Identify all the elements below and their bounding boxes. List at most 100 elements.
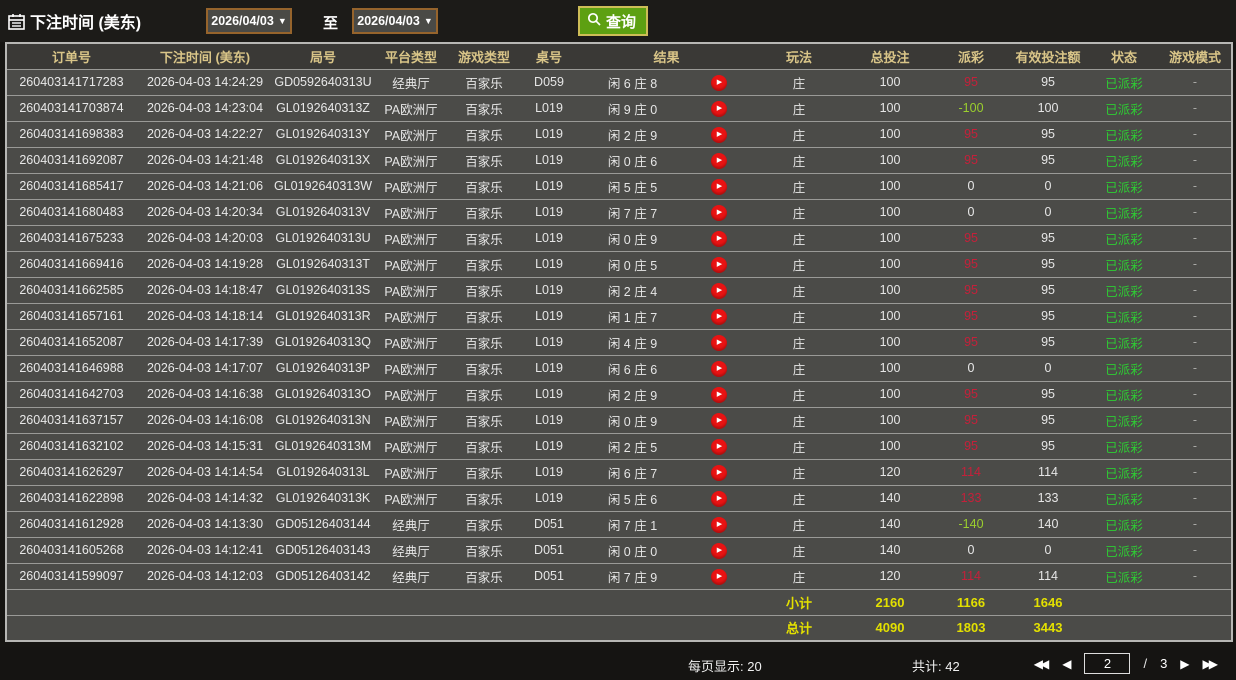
play-video-icon[interactable]: ▶ xyxy=(711,490,727,507)
cell-platform: PA欧洲厅 xyxy=(372,485,450,512)
prev-page-icon[interactable]: ◀ xyxy=(1062,657,1071,671)
table-row: 260403141717283 2026-04-03 14:24:29 GD0592… xyxy=(6,69,1233,96)
date-from-picker[interactable]: 2026/04/03 ▼ xyxy=(206,8,292,34)
play-video-icon[interactable]: ▶ xyxy=(711,438,727,455)
date-to-picker[interactable]: 2026/04/03 ▼ xyxy=(352,8,438,34)
cell-round: GL0192640313V xyxy=(274,199,372,226)
cell-payout: 114 xyxy=(935,459,1008,486)
cell-game: 百家乐 xyxy=(450,407,518,434)
cell-round: GL0192640313P xyxy=(274,355,372,382)
cell-payout: 95 xyxy=(935,225,1008,252)
cell-round: GL0192640313L xyxy=(274,459,372,486)
play-video-icon[interactable]: ▶ xyxy=(711,152,727,169)
cell-result: 闲 9 庄 0 xyxy=(580,95,685,122)
cell-bet_type: 庄 xyxy=(753,199,846,226)
cell-payout: 0 xyxy=(935,355,1008,382)
cell-time: 2026-04-03 14:12:03 xyxy=(136,563,274,590)
play-video-icon[interactable]: ▶ xyxy=(711,568,727,585)
cell-total: 100 xyxy=(845,69,936,96)
cell-round: GL0192640313W xyxy=(274,173,372,200)
cell-game: 百家乐 xyxy=(450,433,518,460)
cell-table: L019 xyxy=(518,381,580,408)
cell-table: D051 xyxy=(518,537,580,564)
play-video-icon[interactable]: ▶ xyxy=(711,308,727,325)
next-page-icon[interactable]: ▶ xyxy=(1180,657,1189,671)
cell-order: 260403141669416 xyxy=(6,251,136,278)
cell-valid: 0 xyxy=(1007,173,1090,200)
cell-order: 260403141680483 xyxy=(6,199,136,226)
cell-game: 百家乐 xyxy=(450,485,518,512)
cell-round: GL0192640313M xyxy=(274,433,372,460)
cell-payout: 0 xyxy=(935,537,1008,564)
play-video-icon[interactable]: ▶ xyxy=(711,360,727,377)
cell-payout: 114 xyxy=(935,563,1008,590)
play-video-icon[interactable]: ▶ xyxy=(711,516,727,533)
column-header-11: 状态 xyxy=(1089,43,1160,70)
cell-valid: 95 xyxy=(1007,381,1090,408)
query-button[interactable]: 查询 xyxy=(578,6,649,36)
cell-order: 260403141698383 xyxy=(6,121,136,148)
cell-time: 2026-04-03 14:21:48 xyxy=(136,147,274,174)
cell-result: 闲 2 庄 9 xyxy=(580,381,685,408)
cell-valid: 140 xyxy=(1007,511,1090,538)
cell-round: GD0592640313U xyxy=(274,69,372,96)
cell-game: 百家乐 xyxy=(450,563,518,590)
play-video-icon[interactable]: ▶ xyxy=(711,178,727,195)
cell-game: 百家乐 xyxy=(450,173,518,200)
play-video-icon[interactable]: ▶ xyxy=(711,464,727,481)
cell-result: 闲 2 庄 4 xyxy=(580,277,685,304)
cell-total: 100 xyxy=(845,277,936,304)
cell-status: 已派彩 xyxy=(1089,511,1160,538)
play-video-icon[interactable]: ▶ xyxy=(711,74,727,91)
last-page-icon[interactable]: ▶▶ xyxy=(1203,657,1219,671)
cell-table: L019 xyxy=(518,407,580,434)
cell-total: 100 xyxy=(845,303,936,330)
subtotal-label: 小计 xyxy=(753,589,846,616)
column-header-5: 桌号 xyxy=(518,43,580,70)
cell-bet_type: 庄 xyxy=(753,407,846,434)
play-video-icon[interactable]: ▶ xyxy=(711,412,727,429)
table-header-row: 订单号 下注时间 (美东) 局号 平台类型 游戏类型 桌号 结果 玩法 总投注 派彩 有效投注额 状态… xyxy=(6,43,1233,70)
cell-round: GL0192640313U xyxy=(274,225,372,252)
play-video-icon[interactable]: ▶ xyxy=(711,282,727,299)
cell-game: 百家乐 xyxy=(450,277,518,304)
play-video-icon[interactable]: ▶ xyxy=(711,100,727,117)
play-video-icon[interactable]: ▶ xyxy=(711,334,727,351)
play-video-icon[interactable]: ▶ xyxy=(711,230,727,247)
column-header-2: 局号 xyxy=(274,43,372,70)
cell-play: ▶ xyxy=(685,147,754,174)
cell-play: ▶ xyxy=(685,381,754,408)
cell-bet_type: 庄 xyxy=(753,511,846,538)
play-video-icon[interactable]: ▶ xyxy=(711,386,727,403)
cell-total: 100 xyxy=(845,381,936,408)
cell-play: ▶ xyxy=(685,511,754,538)
cell-valid: 0 xyxy=(1007,537,1090,564)
cell-play: ▶ xyxy=(685,121,754,148)
cell-platform: PA欧洲厅 xyxy=(372,199,450,226)
current-page-input[interactable] xyxy=(1084,653,1131,674)
play-video-icon[interactable]: ▶ xyxy=(711,256,727,273)
cell-status: 已派彩 xyxy=(1089,277,1160,304)
cell-platform: PA欧洲厅 xyxy=(372,225,450,252)
cell-mode: - xyxy=(1159,303,1233,330)
play-video-icon[interactable]: ▶ xyxy=(711,126,727,143)
cell-platform: PA欧洲厅 xyxy=(372,147,450,174)
play-video-icon[interactable]: ▶ xyxy=(711,542,727,559)
cell-result: 闲 4 庄 9 xyxy=(580,329,685,356)
cell-payout: 0 xyxy=(935,173,1008,200)
calendar-icon xyxy=(8,13,25,30)
cell-platform: 经典厅 xyxy=(372,563,450,590)
cell-total: 100 xyxy=(845,433,936,460)
cell-payout: -100 xyxy=(935,95,1008,122)
cell-play: ▶ xyxy=(685,277,754,304)
date-from-value: 2026/04/03 xyxy=(211,14,274,28)
cell-status: 已派彩 xyxy=(1089,459,1160,486)
first-page-icon[interactable]: ◀◀ xyxy=(1034,657,1050,671)
cell-platform: 经典厅 xyxy=(372,69,450,96)
cell-valid: 0 xyxy=(1007,199,1090,226)
cell-bet_type: 庄 xyxy=(753,95,846,122)
play-video-icon[interactable]: ▶ xyxy=(711,204,727,221)
cell-status: 已派彩 xyxy=(1089,121,1160,148)
cell-mode: - xyxy=(1159,537,1233,564)
cell-result: 闲 7 庄 1 xyxy=(580,511,685,538)
